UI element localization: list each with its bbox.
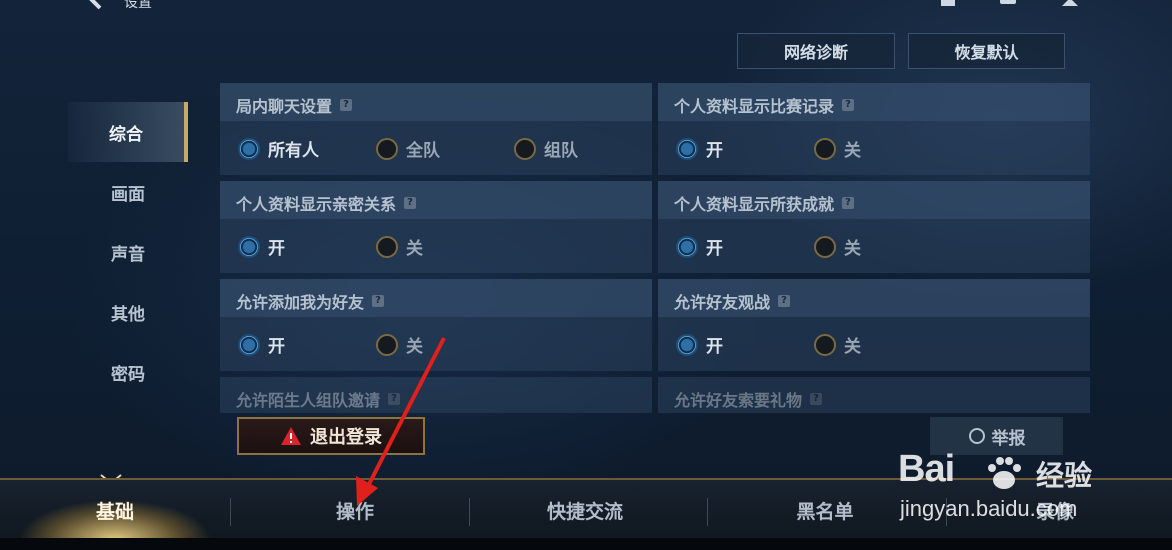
top-bar: 设置 [0,0,1172,22]
option-label: 开 [706,239,723,259]
allow-stranger-invite-panel: 允许陌生人组队邀请? [220,377,652,413]
radio-icon [376,333,398,356]
radio-selected-icon [238,235,260,258]
sidebar-item-sound[interactable]: 声音 [68,222,188,282]
sidebar-item-other[interactable]: 其他 [68,282,188,342]
help-icon[interactable]: ? [842,197,855,209]
help-icon[interactable]: ? [404,197,417,209]
panel-title: 允许好友索要礼物 [674,391,803,410]
watermark-logo: Bai [898,448,955,490]
option-label: 关 [406,239,423,259]
restore-default-button[interactable]: 恢复默认 [908,33,1065,69]
chat-option-team[interactable]: 全队 [376,136,440,161]
option-label: 开 [706,337,723,357]
tab-basic[interactable]: 基础 [0,480,230,540]
logout-label: 退出登录 [310,427,382,448]
option-label: 组队 [544,141,578,161]
watermark-cn: 经验 [1036,459,1093,492]
intimate-option-off[interactable]: 关 [376,234,423,259]
friends-icon[interactable] [1060,0,1080,8]
radio-icon [814,333,836,356]
notice-icon[interactable] [938,0,958,8]
logout-button[interactable]: 退出登录 [237,417,425,455]
help-icon[interactable]: ? [340,99,353,111]
allow-friend-panel: 允许添加我为好友? 开 关 [220,279,652,371]
option-label: 所有人 [268,141,319,161]
sidebar-item-password[interactable]: 密码 [68,342,188,402]
option-label: 全队 [406,141,440,161]
sidebar-item-general[interactable]: 综合 [68,102,188,162]
allow-gift-request-panel: 允许好友索要礼物? [658,377,1090,413]
watch-option-off[interactable]: 关 [814,332,861,357]
radio-icon [814,137,836,160]
help-icon[interactable]: ? [778,295,791,307]
report-icon [968,428,985,444]
achieve-option-on[interactable]: 开 [676,234,723,259]
chat-icon[interactable] [998,0,1018,8]
watch-option-on[interactable]: 开 [676,332,723,357]
radio-selected-icon [676,137,698,160]
option-label: 开 [268,239,285,259]
baidu-jingyan-watermark: Bai 经验 jingyan.baidu.com [898,448,1108,528]
option-label: 开 [706,141,723,161]
tab-controls[interactable]: 操作 [240,480,470,540]
back-arrow-icon[interactable] [84,0,108,10]
radio-icon [376,137,398,160]
page-title: 设置 [124,0,152,11]
achieve-option-off[interactable]: 关 [814,234,861,259]
chat-setting-panel: 局内聊天设置? 所有人 全队 组队 [220,83,652,175]
match-option-off[interactable]: 关 [814,136,861,161]
sidebar: 综合 画面 声音 其他 密码 [68,102,188,402]
bottom-strip [0,538,1172,550]
panel-title: 允许添加我为好友 [236,293,365,312]
panel-title: 允许好友观战 [674,293,771,312]
intimate-option-on[interactable]: 开 [238,234,285,259]
sidebar-item-graphics[interactable]: 画面 [68,162,188,222]
settings-list[interactable]: 局内聊天设置? 所有人 全队 组队 个人资料显示比赛记录? 开 关 个人资料显示… [220,83,1090,413]
tab-divider [707,498,708,526]
report-label: 举报 [991,428,1026,449]
option-label: 关 [844,239,861,259]
radio-icon [376,235,398,258]
panel-title: 允许陌生人组队邀请 [236,391,381,410]
help-icon[interactable]: ? [810,393,823,405]
help-icon[interactable]: ? [388,393,401,405]
chat-option-party[interactable]: 组队 [514,136,578,161]
show-match-record-panel: 个人资料显示比赛记录? 开 关 [658,83,1090,175]
help-icon[interactable]: ? [842,99,855,111]
show-achievement-panel: 个人资料显示所获成就? 开 关 [658,181,1090,273]
radio-icon [814,235,836,258]
show-intimate-panel: 个人资料显示亲密关系? 开 关 [220,181,652,273]
warning-icon [281,427,301,445]
friend-option-off[interactable]: 关 [376,332,423,357]
allow-watch-panel: 允许好友观战? 开 关 [658,279,1090,371]
radio-selected-icon [238,333,260,356]
radio-selected-icon [676,235,698,258]
option-label: 关 [406,337,423,357]
friend-option-on[interactable]: 开 [238,332,285,357]
option-label: 开 [268,337,285,357]
baidu-paw-icon [988,457,1021,489]
option-label: 关 [844,337,861,357]
panel-title: 个人资料显示比赛记录 [674,97,835,116]
panel-title: 个人资料显示所获成就 [674,195,835,214]
panel-title: 个人资料显示亲密关系 [236,195,397,214]
tab-divider [230,498,231,526]
radio-icon [514,137,536,160]
radio-selected-icon [676,333,698,356]
option-label: 关 [844,141,861,161]
tab-quick-chat[interactable]: 快捷交流 [470,480,700,540]
radio-selected-icon [238,137,260,160]
network-diagnose-button[interactable]: 网络诊断 [737,33,895,69]
match-option-on[interactable]: 开 [676,136,723,161]
help-icon[interactable]: ? [372,295,385,307]
chat-option-everyone[interactable]: 所有人 [238,136,319,161]
watermark-url: jingyan.baidu.com [900,496,1078,521]
panel-title: 局内聊天设置 [236,97,333,116]
